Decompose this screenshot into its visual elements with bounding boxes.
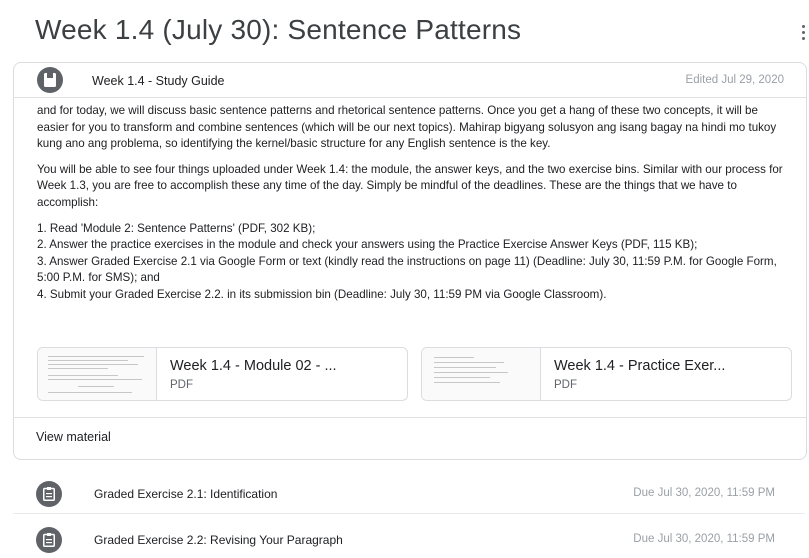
assignment-title: Graded Exercise 2.2: Revising Your Parag… — [94, 533, 343, 547]
pdf-thumbnail — [422, 348, 541, 400]
assignment-row[interactable]: Graded Exercise 2.1: Identification Due … — [0, 476, 809, 512]
attachment-title: Week 1.4 - Module 02 - ... — [170, 358, 337, 374]
attachment-practice-exercise[interactable]: Week 1.4 - Practice Exer... PDF — [421, 347, 792, 401]
edited-date: Edited Jul 29, 2020 — [685, 74, 784, 86]
assignment-icon — [36, 527, 62, 553]
attachment-title: Week 1.4 - Practice Exer... — [554, 358, 726, 374]
description-paragraph: You will be able to see four things uplo… — [37, 162, 783, 209]
assignment-due: Due Jul 30, 2020, 11:59 PM — [633, 533, 775, 545]
assignment-row[interactable]: Graded Exercise 2.2: Revising Your Parag… — [0, 522, 809, 558]
material-title: Week 1.4 - Study Guide — [92, 74, 225, 88]
attachment-type: PDF — [554, 379, 577, 391]
row-divider — [13, 513, 805, 514]
page-title: Week 1.4 (July 30): Sentence Patterns — [35, 14, 522, 45]
task-item: 3. Answer Graded Exercise 2.1 via Google… — [37, 254, 777, 285]
study-guide-card: Week 1.4 - Study Guide Edited Jul 29, 20… — [13, 62, 807, 460]
task-list: 1. Read 'Module 2: Sentence Patterns' (P… — [37, 221, 785, 304]
book-icon — [37, 67, 63, 93]
more-vert-icon[interactable] — [797, 22, 809, 44]
task-item: 4. Submit your Graded Exercise 2.2. in i… — [37, 287, 607, 301]
material-header[interactable]: Week 1.4 - Study Guide Edited Jul 29, 20… — [14, 63, 806, 98]
attachment-type: PDF — [170, 379, 193, 391]
description-paragraph: and for today, we will discuss basic sen… — [37, 104, 777, 151]
card-footer: View material — [14, 417, 806, 459]
pdf-thumbnail — [38, 348, 157, 400]
assignment-due: Due Jul 30, 2020, 11:59 PM — [633, 487, 775, 499]
attachment-module-02[interactable]: Week 1.4 - Module 02 - ... PDF — [37, 347, 408, 401]
assignment-title: Graded Exercise 2.1: Identification — [94, 487, 278, 501]
material-description: and for today, we will discuss basic sen… — [37, 103, 785, 304]
view-material-link[interactable]: View material — [36, 430, 111, 444]
task-item: 2. Answer the practice exercises in the … — [37, 238, 698, 252]
task-item: 1. Read 'Module 2: Sentence Patterns' (P… — [37, 221, 316, 235]
assignment-icon — [36, 481, 62, 507]
